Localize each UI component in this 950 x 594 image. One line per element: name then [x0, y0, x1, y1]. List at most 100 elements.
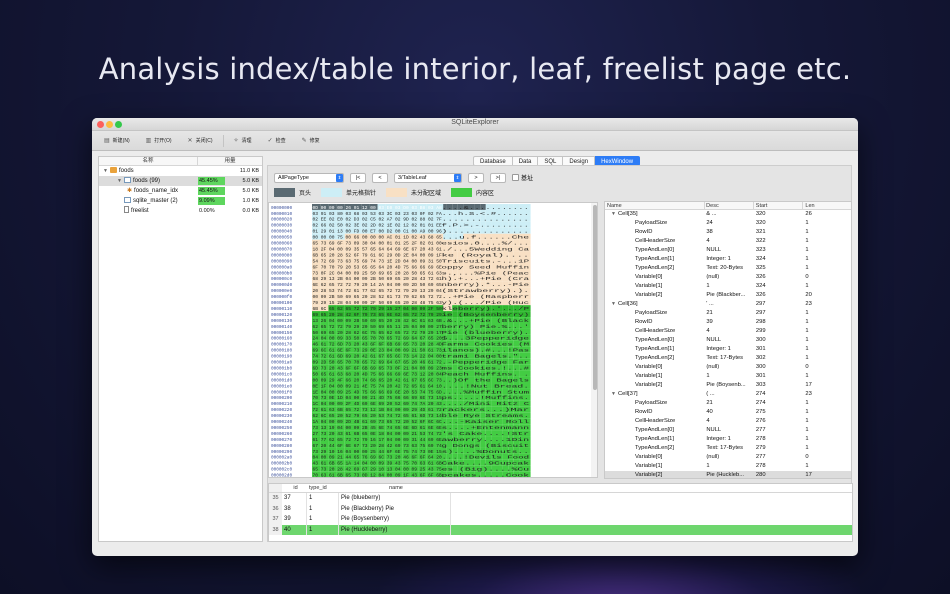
cell-type-id[interactable]: 1	[307, 524, 339, 535]
tree-row[interactable]: freelist 0.00% 0.0 KB	[99, 206, 262, 216]
disclosure-triangle-icon[interactable]: ▼	[611, 390, 618, 399]
structure-name-label: CellHeaderSize	[635, 328, 676, 334]
cell-field-row[interactable]: Variable[1] 1 324 1	[605, 282, 851, 291]
cell-field-row[interactable]: TypeAndLen[0] NULL 300 1	[605, 336, 851, 345]
cell-name[interactable]: Pie (Huckleberry)	[339, 524, 451, 535]
hex-bytes[interactable]: 70 63 61 6B 65 73 0D 12 04 00 09 1F 43 6…	[313, 474, 443, 478]
page-type-select[interactable]: AllPageType ⇕	[274, 172, 344, 183]
hex-scrollbar-thumb[interactable]	[593, 205, 597, 390]
col-len[interactable]: Len	[803, 202, 851, 209]
cell-field-row[interactable]: Variable[1] 1 278 1	[605, 462, 851, 471]
col-desc[interactable]: Desc	[705, 202, 754, 209]
cell-field-row[interactable]: TypeAndLen[0] NULL 323 1	[605, 246, 851, 255]
tree-col-name[interactable]: 名称	[99, 157, 198, 165]
toolbar-button-4[interactable]: ✓ 检查	[262, 134, 292, 148]
cell-id[interactable]: 38	[282, 503, 307, 514]
col-type-id[interactable]: type_id	[307, 484, 339, 492]
first-page-button[interactable]: |<	[350, 172, 366, 183]
col-name-data[interactable]: name	[339, 484, 451, 492]
ascii-text[interactable]: pcakes.....Cook	[442, 474, 530, 478]
cell-field-row[interactable]: Variable[0] (null) 277 0	[605, 453, 851, 462]
toolbar-button-2[interactable]: ✕ 关闭(C)	[182, 134, 219, 148]
structure-name-label: TypeAndLen[0]	[635, 337, 674, 343]
cell-field-row[interactable]: Variable[1] 1 301 1	[605, 372, 851, 381]
cell-field-row[interactable]: TypeAndLen[1] Integer: 1 301 1	[605, 345, 851, 354]
toolbar-button-3[interactable]: ✧ 清理	[228, 134, 258, 148]
cell-field-row[interactable]: TypeAndLen[0] NULL 277 1	[605, 426, 851, 435]
cell-field-row[interactable]: TypeAndLen[1] Integer: 1 278 1	[605, 435, 851, 444]
table-row[interactable]: 38 40 1 Pie (Huckleberry)	[269, 524, 852, 535]
hex-offset: 00000150	[271, 331, 292, 336]
cell-field-row[interactable]: Variable[0] (null) 300 0	[605, 363, 851, 372]
cell-field-row[interactable]: TypeAndLen[2] Text: 17-Bytes 279 1	[605, 444, 851, 453]
tree-row[interactable]: ▼ foods 11.0 KB	[99, 166, 262, 176]
cell-group-row[interactable]: ▼ Cell[35] & ... 320 26	[605, 210, 851, 219]
structure-len: 23	[805, 301, 812, 307]
table-row[interactable]: 36 38 1 Pie (Blackberry) Pie	[269, 503, 852, 514]
tree-col-usage[interactable]: 用量	[198, 157, 262, 165]
cell-group-row[interactable]: ▼ Cell[37]( ... 274 23	[605, 390, 851, 399]
cell-field-row[interactable]: RowID 39 298 1	[605, 318, 851, 327]
repair-icon: ✎	[301, 138, 307, 144]
cell-field-row[interactable]: CellHeaderSize 4 299 1	[605, 327, 851, 336]
cell-name[interactable]: Pie (Blackberry) Pie	[339, 503, 451, 514]
structure-len: 1	[805, 355, 809, 361]
disclosure-triangle-icon[interactable]: ▼	[611, 210, 618, 219]
cell-type-id[interactable]: 1	[307, 514, 339, 525]
structure-name-label: Cell[37]	[618, 391, 638, 397]
cell-field-row[interactable]: RowID 38 321 1	[605, 228, 851, 237]
structure-name: ▼ Cell[35]	[605, 210, 705, 219]
disclosure-triangle-icon[interactable]: ▼	[117, 176, 124, 186]
toolbar-button-5[interactable]: ✎ 修复	[296, 134, 326, 148]
hex-view[interactable]: 00000000 0D 00 00 00 26 01 12 00 03 E0 03…	[268, 202, 598, 478]
usage-percent: 0.00%	[199, 208, 215, 214]
structure-len: 1	[805, 310, 809, 316]
last-page-button[interactable]: >|	[490, 172, 506, 183]
cell-field-row[interactable]: Variable[0] (null) 326 0	[605, 273, 851, 282]
cell-field-row[interactable]: PayloadSize 21 274 1	[605, 399, 851, 408]
structure-desc: ' ...	[706, 301, 714, 307]
hex-dump[interactable]: 00000000 0D 00 00 00 26 01 12 00 03 E0 03…	[269, 203, 598, 478]
cell-type-id[interactable]: 1	[307, 503, 339, 514]
cell-field-row[interactable]: PayloadSize 21 297 1	[605, 309, 851, 318]
hex-offset: 00000050	[271, 236, 292, 241]
col-name[interactable]: Name	[605, 202, 706, 209]
cell-id[interactable]: 39	[282, 514, 307, 525]
headline: Analysis index/table interior, leaf, fre…	[98, 52, 852, 86]
usage-size: 1.0 KB	[242, 198, 259, 204]
cell-type-id[interactable]: 1	[307, 493, 339, 504]
tree-row[interactable]: ✱ foods_name_idx 45.45% 5.0 KB	[99, 186, 262, 196]
cell-field-row[interactable]: Variable[2] Pie (Boysenb... 303 17	[605, 381, 851, 390]
disclosure-triangle-icon[interactable]: ▼	[611, 300, 618, 309]
cell-field-row[interactable]: CellHeaderSize 4 276 1	[605, 417, 851, 426]
table-row[interactable]: 35 37 1 Pie (blueberry)	[269, 493, 852, 504]
toolbar-button-1[interactable]: ▥ 打开(O)	[140, 134, 178, 148]
structure-len: 1	[805, 220, 809, 226]
structure-name-label: Cell[35]	[618, 211, 638, 217]
cell-field-row[interactable]: RowID 40 275 1	[605, 408, 851, 417]
cell-id[interactable]: 37	[282, 493, 307, 504]
cell-name[interactable]: Pie (blueberry)	[339, 493, 451, 504]
cell-group-row[interactable]: ▼ Cell[36] ' ... 297 23	[605, 300, 851, 309]
tree-row[interactable]: ▼ foods (99) 45.45% 5.0 KB	[99, 176, 262, 186]
page-select[interactable]: 3/TableLeaf ⇕	[394, 172, 462, 183]
col-id[interactable]: id	[282, 484, 307, 492]
cell-field-row[interactable]: PayloadSize 24 320 1	[605, 219, 851, 228]
table-row[interactable]: 37 39 1 Pie (Boysenberry)	[269, 514, 852, 525]
next-page-button[interactable]: >	[468, 172, 484, 183]
prev-page-button[interactable]: <	[372, 172, 388, 183]
cell-field-row[interactable]: TypeAndLen[2] Text: 17-Bytes 302 1	[605, 354, 851, 363]
cell-field-row[interactable]: CellHeaderSize 4 322 1	[605, 237, 851, 246]
cell-field-row[interactable]: TypeAndLen[1] Integer: 1 324 1	[605, 255, 851, 264]
tree-row[interactable]: sqlite_master (2) 9.09% 1.0 KB	[99, 196, 262, 206]
base-address-checkbox[interactable]: 基址	[512, 173, 533, 182]
toolbar-button-0[interactable]: ▤ 新建(N)	[98, 134, 136, 148]
cell-name[interactable]: Pie (Boysenberry)	[339, 514, 451, 525]
cell-id[interactable]: 40	[282, 524, 307, 535]
hex-offset: 000002d0	[271, 474, 292, 478]
col-start[interactable]: Start	[754, 202, 804, 209]
cell-field-row[interactable]: Variable[2] Pie (Huckleb... 280 17	[605, 471, 851, 478]
cell-field-row[interactable]: Variable[2] Pie (Blackber... 326 20	[605, 291, 851, 300]
disclosure-triangle-icon[interactable]: ▼	[103, 166, 110, 176]
cell-field-row[interactable]: TypeAndLen[2] Text: 20-Bytes 325 1	[605, 264, 851, 273]
